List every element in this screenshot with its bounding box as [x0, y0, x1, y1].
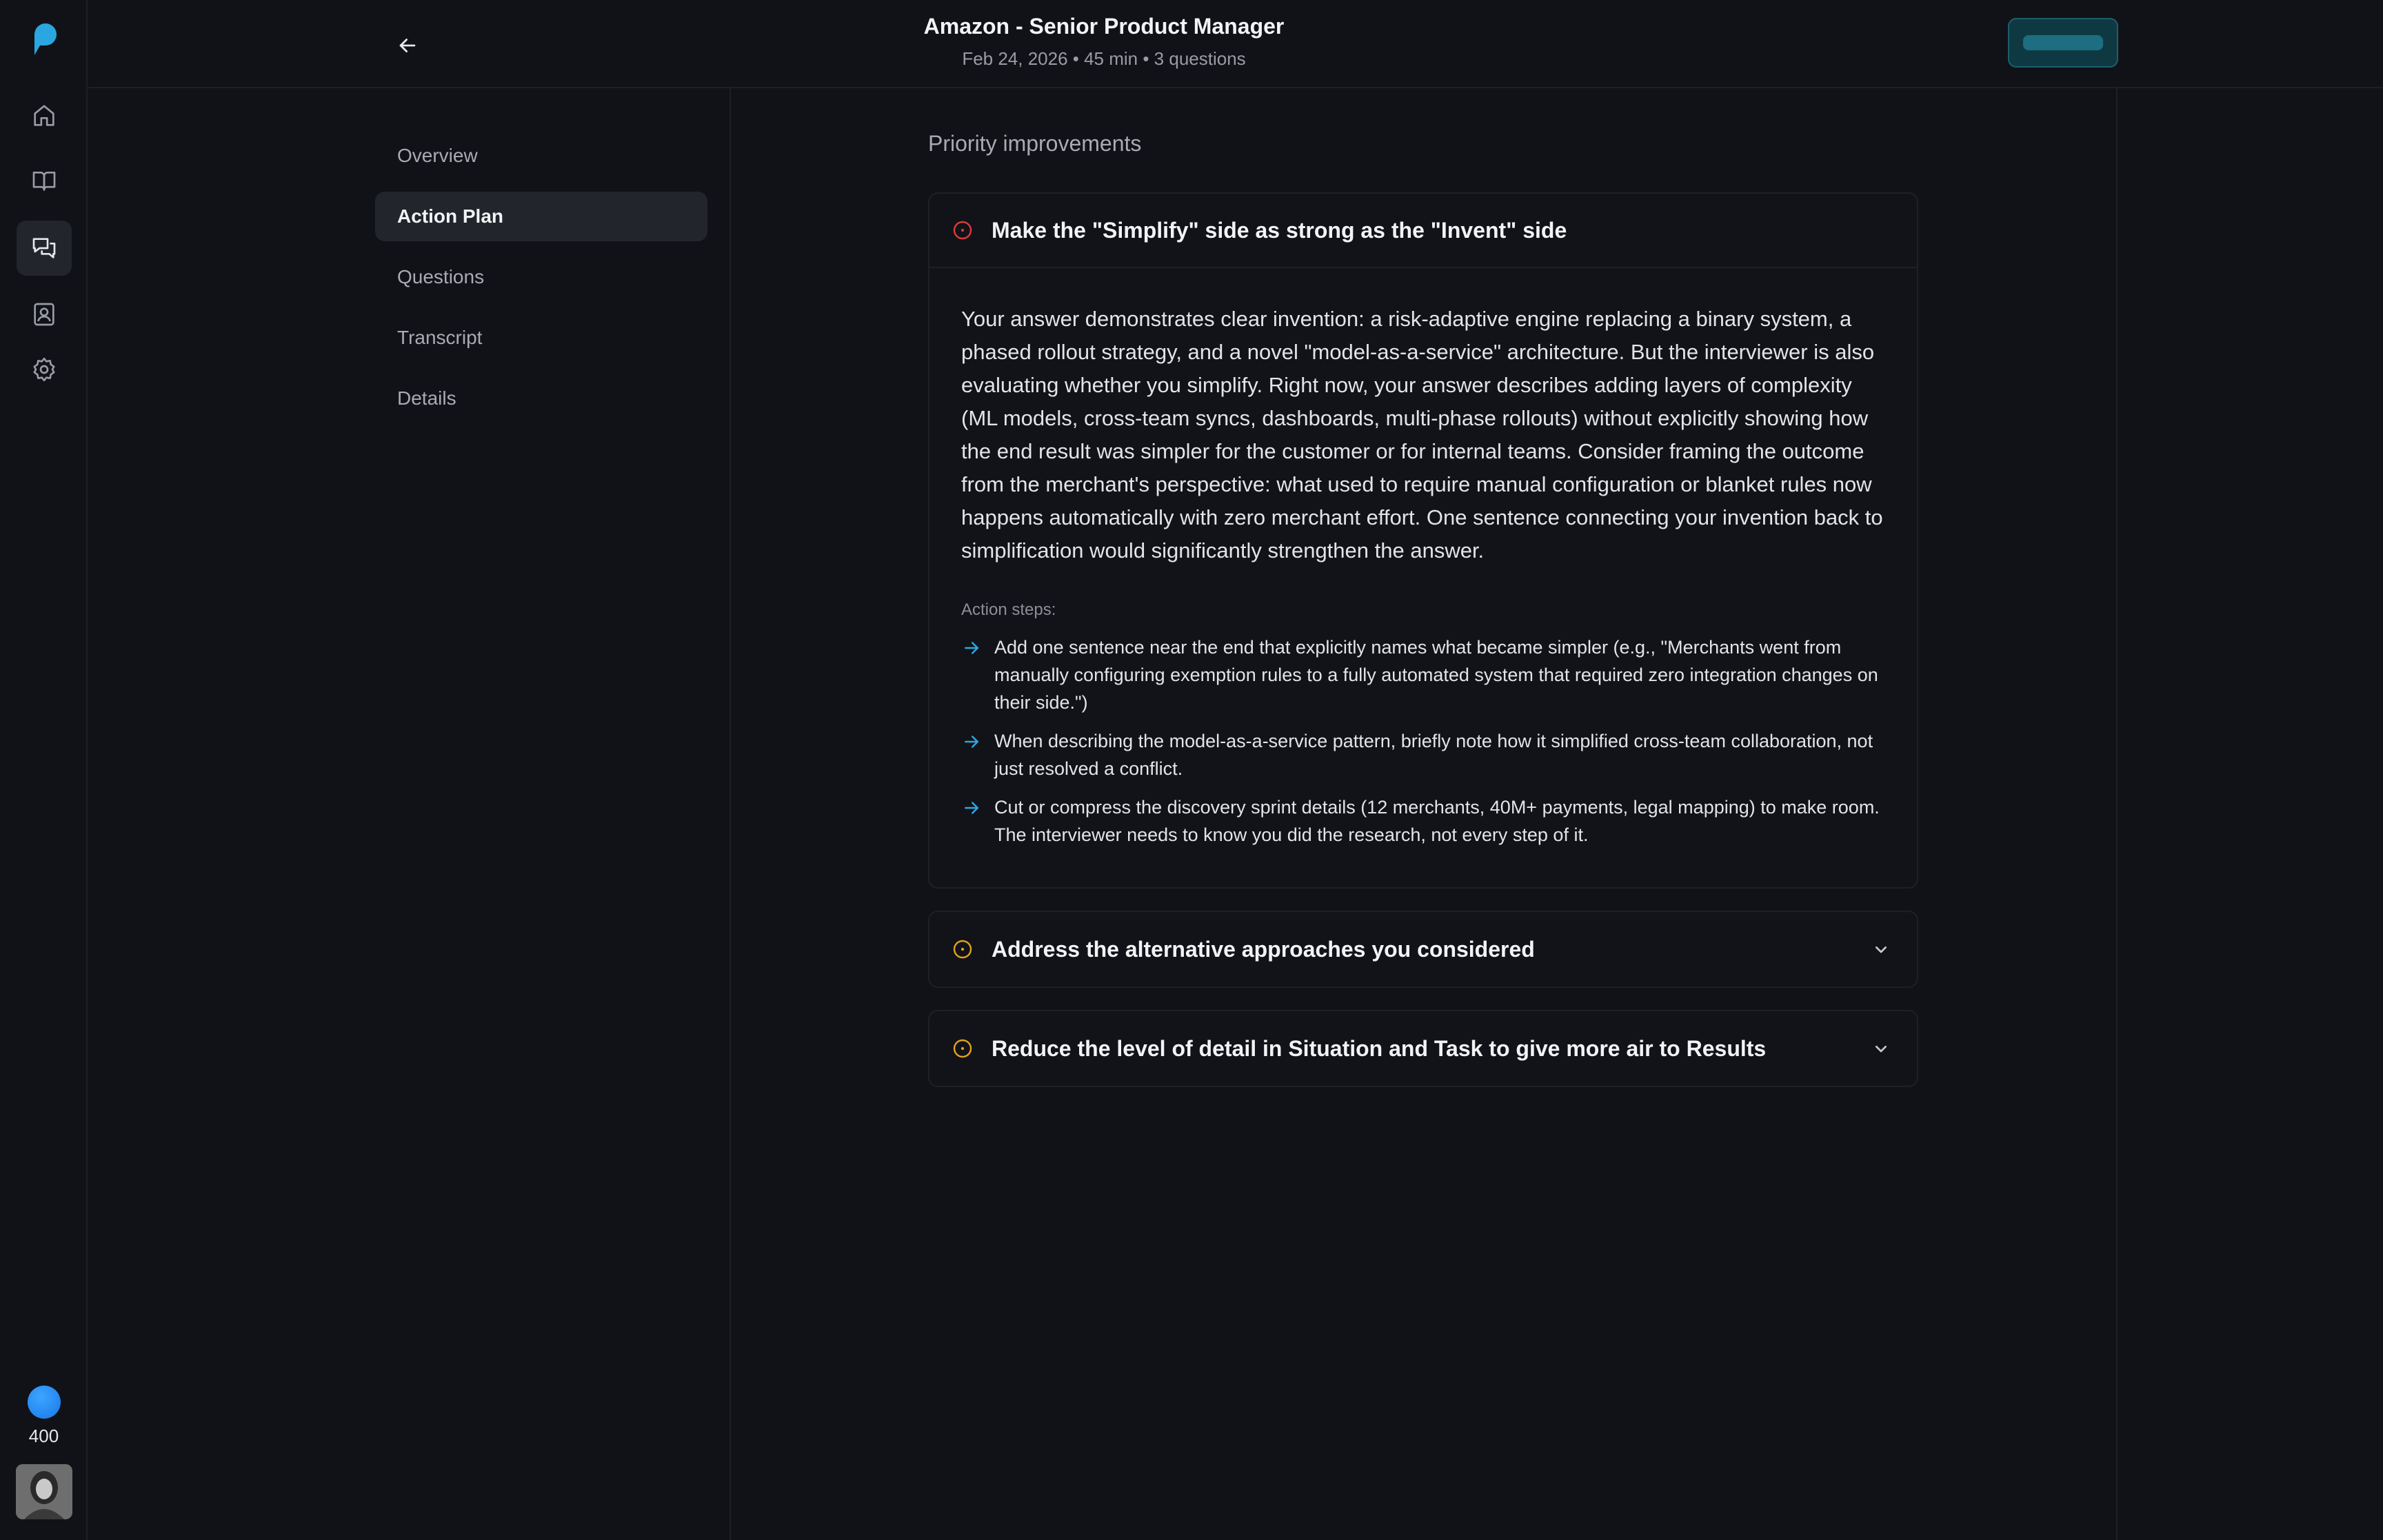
improvement-title: Reduce the level of detail in Situation … [992, 1035, 1767, 1061]
back-button[interactable] [391, 29, 424, 62]
improvement-card: Address the alternative approaches you c… [928, 911, 1918, 988]
tab-action-plan[interactable]: Action Plan [375, 192, 707, 241]
profile-card-icon[interactable] [17, 287, 72, 342]
improvement-description: Your answer demonstrates clear invention… [961, 307, 1883, 563]
improvement-header[interactable]: Reduce the level of detail in Situation … [929, 1011, 1917, 1086]
improvement-card: Make the "Simplify" side as strong as th… [928, 192, 1918, 889]
tab-overview[interactable]: Overview [375, 131, 707, 181]
improvement-body: Your answer demonstrates clear invention… [929, 268, 1917, 887]
page-subtitle: Feb 24, 2026 • 45 min • 3 questions [962, 48, 1246, 69]
arrow-right-icon [965, 802, 978, 814]
action-step: Cut or compress the discovery sprint det… [961, 793, 1885, 849]
credits-icon[interactable] [28, 1386, 61, 1419]
main-content: Priority improvements Make the "Simplify… [928, 131, 1918, 1109]
credits-count: 400 [28, 1426, 59, 1446]
medium-priority-icon [953, 940, 972, 959]
arrow-left-icon [399, 39, 416, 52]
divider [2116, 88, 2118, 1540]
tab-details[interactable]: Details [375, 374, 707, 423]
header-action-button[interactable] [2008, 18, 2118, 68]
improvement-card: Reduce the level of detail in Situation … [928, 1010, 1918, 1087]
section-nav: Overview Action Plan Questions Transcrip… [375, 131, 707, 434]
icon-rail: 400 [0, 0, 88, 1540]
high-priority-icon [953, 221, 972, 240]
section-heading: Priority improvements [928, 131, 1142, 156]
improvement-title: Make the "Simplify" side as strong as th… [992, 217, 1567, 243]
page-title: Amazon - Senior Product Manager [923, 14, 1285, 39]
action-step: When describing the model-as-a-service p… [961, 727, 1885, 782]
improvement-title: Address the alternative approaches you c… [992, 936, 1535, 962]
action-step-text: Cut or compress the discovery sprint det… [994, 797, 1880, 845]
medium-priority-icon [953, 1039, 972, 1058]
divider [730, 88, 731, 1540]
arrow-right-icon [965, 736, 978, 748]
action-step: Add one sentence near the end that expli… [961, 634, 1885, 716]
chevron-down-icon[interactable] [1870, 1037, 1892, 1060]
app-logo-icon[interactable] [26, 21, 62, 57]
gear-icon[interactable] [17, 342, 72, 397]
tab-transcript[interactable]: Transcript [375, 313, 707, 363]
button-placeholder [2023, 35, 2103, 50]
improvement-header[interactable]: Address the alternative approaches you c… [929, 912, 1917, 986]
arrow-right-icon [965, 642, 978, 654]
action-step-text: When describing the model-as-a-service p… [994, 731, 1873, 779]
action-steps-label: Action steps: [961, 600, 1056, 619]
page-header: Amazon - Senior Product Manager Feb 24, … [88, 0, 2383, 88]
chat-icon[interactable] [17, 221, 72, 276]
tab-questions[interactable]: Questions [375, 252, 707, 302]
book-icon[interactable] [17, 153, 72, 208]
home-icon[interactable] [17, 88, 72, 143]
improvement-header[interactable]: Make the "Simplify" side as strong as th… [929, 194, 1917, 268]
action-step-text: Add one sentence near the end that expli… [994, 637, 1878, 713]
avatar[interactable] [16, 1464, 72, 1519]
chevron-down-icon[interactable] [1870, 938, 1892, 960]
